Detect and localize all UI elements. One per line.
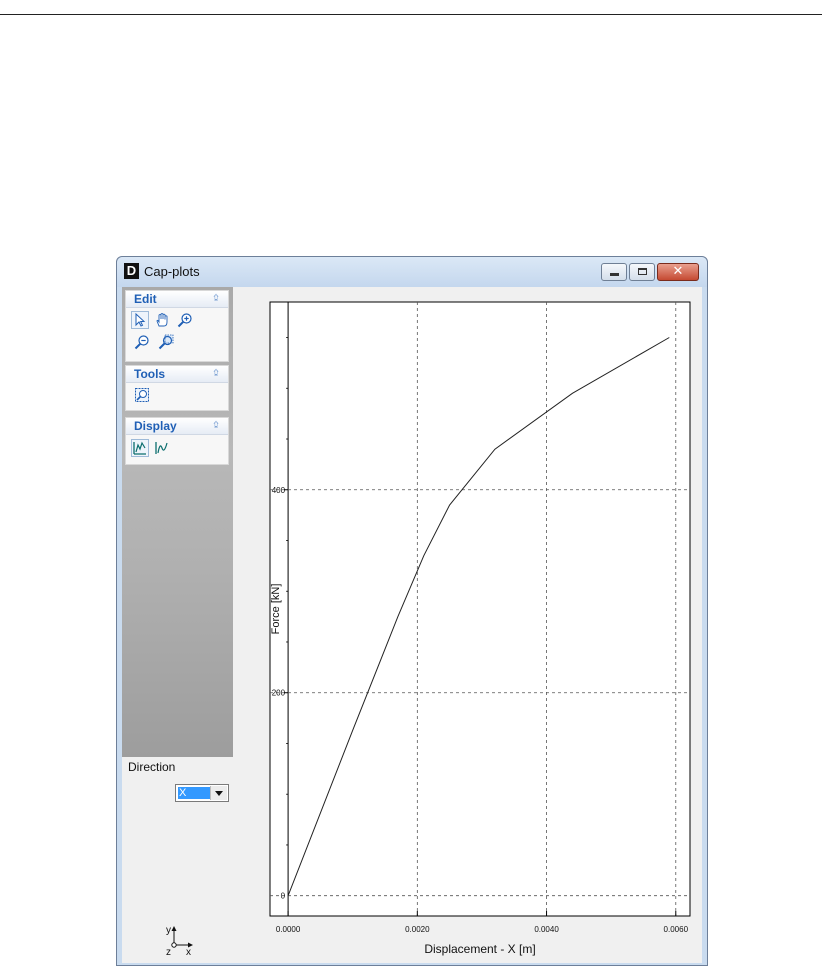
direction-value: X (178, 787, 211, 799)
pointer-icon (135, 313, 146, 327)
display-values-icon (133, 441, 146, 455)
axis-z-label: z (166, 947, 171, 957)
minimize-icon (610, 273, 619, 276)
title-bar[interactable]: D Cap-plots ✕ (117, 257, 707, 287)
x-axis-label: Displacement - X [m] (424, 942, 535, 956)
edit-panel: Edit ⮸ (125, 290, 229, 362)
axes-orientation-indicator: y z x (166, 925, 193, 957)
window-client-area: Edit ⮸ Tools ⮸ Display ⮸ Direction X y z… (122, 287, 702, 963)
pointer-tool-button[interactable] (131, 311, 149, 329)
display-curves-icon (155, 442, 168, 454)
close-icon: ✕ (672, 264, 684, 279)
tools-panel-header[interactable]: Tools ⮸ (126, 366, 228, 383)
select-region-tool-button[interactable] (133, 386, 151, 404)
axis-y-label: y (166, 925, 171, 936)
zoom-window-tool-button[interactable] (157, 333, 175, 351)
display-panel-header[interactable]: Display ⮸ (126, 418, 228, 435)
display-curves-button[interactable] (153, 439, 171, 457)
y-axis-label: Force [kN] (270, 584, 282, 635)
direction-dropdown[interactable]: X (175, 784, 229, 802)
y-tick-label: 400 (272, 486, 286, 495)
dropdown-arrow-icon[interactable] (210, 786, 227, 800)
window-title: Cap-plots (144, 264, 200, 279)
close-button[interactable]: ✕ (657, 263, 699, 281)
zoom-out-tool-button[interactable] (133, 333, 151, 351)
y-tick-label: 0 (281, 892, 286, 901)
collapse-edit-icon[interactable]: ⮸ (210, 293, 222, 304)
edit-panel-header[interactable]: Edit ⮸ (126, 291, 228, 308)
zoom-out-icon (134, 335, 149, 350)
force-displacement-chart[interactable]: 0.0000 0.0020 0.0040 0.0060 0 200 400 Displace… (239, 287, 702, 963)
maximize-icon (638, 268, 647, 275)
cap-plots-window: D Cap-plots ✕ Edit ⮸ Tools ⮸ Display ⮸ D… (116, 256, 708, 966)
axis-x-label: x (186, 947, 191, 957)
x-tick-label: 0.0000 (276, 925, 301, 934)
y-tick-label: 200 (272, 689, 286, 698)
zoom-window-icon (158, 334, 174, 350)
tools-panel-title: Tools (134, 367, 166, 381)
zoom-in-icon (177, 313, 192, 328)
collapse-tools-icon[interactable]: ⮸ (210, 368, 222, 379)
plot-area[interactable]: 0.0000 0.0020 0.0040 0.0060 0 200 400 Displace… (239, 287, 702, 963)
x-tick-label: 0.0020 (405, 925, 430, 934)
collapse-display-icon[interactable]: ⮸ (210, 420, 222, 431)
display-values-button[interactable] (131, 439, 149, 457)
minimize-button[interactable] (601, 263, 627, 281)
page-top-rule (0, 14, 822, 15)
plot-frame (269, 301, 691, 917)
select-region-icon (135, 388, 149, 402)
sidebar: Edit ⮸ Tools ⮸ Display ⮸ Direction X y z… (122, 287, 233, 963)
display-panel: Display ⮸ (125, 417, 229, 465)
app-icon: D (124, 263, 139, 279)
pan-tool-button[interactable] (153, 311, 171, 329)
zoom-in-tool-button[interactable] (176, 311, 194, 329)
pan-hand-icon (156, 313, 168, 327)
direction-label: Direction (128, 760, 176, 774)
x-tick-label: 0.0060 (664, 925, 689, 934)
x-tick-label: 0.0040 (534, 925, 559, 934)
tools-panel: Tools ⮸ (125, 365, 229, 411)
maximize-button[interactable] (629, 263, 655, 281)
display-panel-title: Display (134, 419, 177, 433)
edit-panel-title: Edit (134, 292, 157, 306)
